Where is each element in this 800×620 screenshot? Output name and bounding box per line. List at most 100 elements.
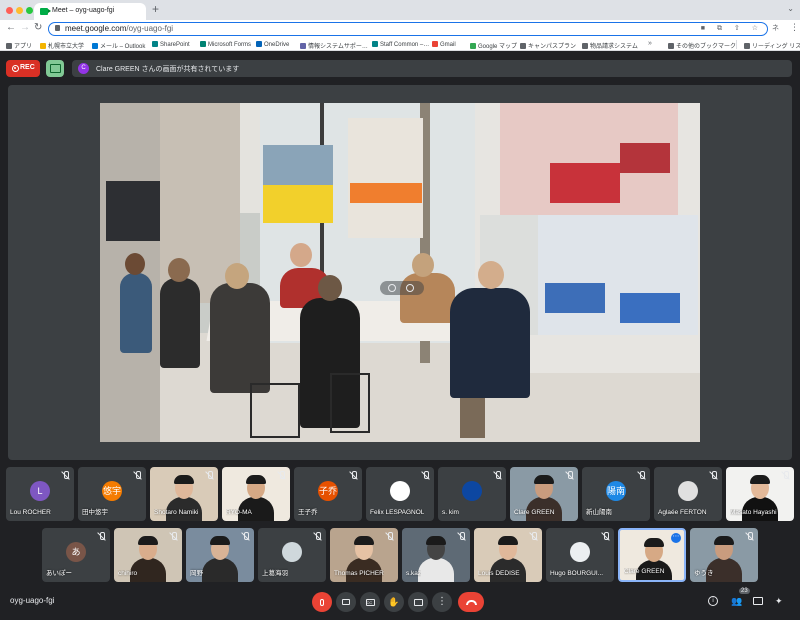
- screen-share-text: Clare GREEN さんの画面が共有されています: [96, 66, 240, 73]
- meeting-code: oyg-uago-fgi: [10, 596, 55, 605]
- participant-tile[interactable]: 悠宇 田中悠宇: [78, 467, 146, 521]
- bookmark-item[interactable]: Gmail: [432, 41, 456, 48]
- participant-tile[interactable]: ⋯ Clare GREEN: [618, 528, 686, 582]
- tab-search-icon[interactable]: ⌄: [787, 4, 794, 13]
- bookmark-item[interactable]: リーディング リスト: [744, 41, 800, 50]
- participant-tile[interactable]: ああいぽー: [42, 528, 110, 582]
- bookmark-item[interactable]: OneDrive: [256, 41, 289, 48]
- url-text[interactable]: meet.google.com/oyg-uago-fgi: [65, 24, 173, 33]
- microphone-toggle-button[interactable]: [312, 592, 332, 612]
- recording-button[interactable]: REC: [6, 60, 40, 77]
- bookmark-favicon-icon: [582, 43, 588, 49]
- reload-button[interactable]: ↻: [34, 22, 42, 33]
- participant-avatar: [462, 481, 482, 501]
- back-button[interactable]: ←: [6, 22, 16, 33]
- participant-video-hair: [246, 475, 266, 484]
- bookmark-item[interactable]: 情報システムサポー…: [300, 41, 368, 50]
- participant-avatar: [390, 481, 410, 501]
- participant-avatar: [282, 542, 302, 562]
- bookmark-item[interactable]: メール – Outlook: [92, 41, 145, 50]
- browser-menu-icon[interactable]: ⋮: [790, 22, 799, 33]
- participant-tile[interactable]: Masato Hayashi: [726, 467, 794, 521]
- participant-tile[interactable]: 陽南 新山陽南: [582, 467, 650, 521]
- mic-off-icon: [493, 471, 502, 480]
- window-close-button[interactable]: [6, 7, 13, 14]
- forward-button[interactable]: →: [20, 22, 30, 33]
- participant-tile[interactable]: Louis DEDISE: [474, 528, 542, 582]
- people-icon[interactable]: 👥: [731, 596, 742, 607]
- present-now-button[interactable]: [408, 592, 428, 612]
- new-tab-button[interactable]: +: [152, 2, 159, 16]
- presentation-indicator-icon[interactable]: [46, 60, 64, 77]
- mic-off-icon: [529, 532, 538, 541]
- browser-tab[interactable]: Meet – oyg-uago-fgi ×: [34, 3, 146, 20]
- participant-name: Clare GREEN: [624, 568, 665, 575]
- chat-icon[interactable]: [753, 597, 763, 605]
- captions-button[interactable]: CC: [360, 592, 380, 612]
- bookmark-item[interactable]: Staff Common –…: [372, 41, 429, 48]
- bookmark-favicon-icon: [744, 43, 750, 49]
- participant-tile[interactable]: Thomas PICHER: [330, 528, 398, 582]
- record-icon: [12, 65, 19, 72]
- participant-tile[interactable]: ゆうき: [690, 528, 758, 582]
- participant-video-body: [202, 558, 238, 582]
- bookmark-item[interactable]: キャンパスプラン: [520, 41, 576, 50]
- more-options-button[interactable]: ⋮: [432, 592, 452, 612]
- participant-tile[interactable]: s.kaz: [402, 528, 470, 582]
- mic-off-icon: [169, 532, 178, 541]
- tab-title: Meet – oyg-uago-fgi: [52, 7, 115, 14]
- participant-tile[interactable]: RYO-MA: [222, 467, 290, 521]
- bookmark-item[interactable]: SharePoint: [152, 41, 190, 48]
- leave-call-button[interactable]: [458, 592, 484, 612]
- more-vert-icon: ⋮: [437, 596, 447, 607]
- participant-name: chihiro: [118, 570, 138, 577]
- participant-tile[interactable]: Clare GREEN: [510, 467, 578, 521]
- mute-icon[interactable]: [406, 284, 414, 292]
- camera-toggle-button[interactable]: [336, 592, 356, 612]
- participant-tile[interactable]: 上葛海羽: [258, 528, 326, 582]
- participant-tile[interactable]: s. kim: [438, 467, 506, 521]
- mic-off-icon: [97, 532, 106, 541]
- participant-name: Louis DEDISE: [478, 570, 520, 577]
- pin-icon[interactable]: [388, 284, 396, 292]
- window-minimize-button[interactable]: [16, 7, 23, 14]
- bookmarks-divider: [736, 40, 737, 49]
- participant-name: s. kim: [442, 509, 459, 516]
- mic-off-icon: [781, 471, 790, 480]
- participant-tile[interactable]: chihiro: [114, 528, 182, 582]
- bookmark-item[interactable]: Google マップ: [470, 41, 517, 50]
- participant-name: s.kaz: [406, 570, 422, 577]
- participant-tile[interactable]: Aglaée FERTON: [654, 467, 722, 521]
- participant-video-hair: [354, 536, 374, 545]
- bookmark-item[interactable]: その他のブックマーク: [668, 41, 736, 50]
- participant-name: Aglaée FERTON: [658, 509, 707, 516]
- mic-off-icon: [349, 471, 358, 480]
- bookmark-item[interactable]: アプリ: [6, 41, 32, 50]
- window-maximize-button[interactable]: [26, 7, 33, 14]
- participant-tile[interactable]: L Lou ROCHER: [6, 467, 74, 521]
- profile-avatar[interactable]: ネ: [772, 23, 779, 33]
- participant-name: Masato Hayashi: [730, 509, 777, 516]
- activities-icon[interactable]: ✦: [775, 596, 783, 607]
- participant-tile[interactable]: 岡野: [186, 528, 254, 582]
- mic-off-icon: [709, 471, 718, 480]
- omnibox-action-icons[interactable]: ■ ⧉ ⇧ ☆: [701, 24, 763, 33]
- mic-off-icon: [457, 532, 466, 541]
- bookmark-favicon-icon: [372, 41, 378, 47]
- address-bar[interactable]: meet.google.com/oyg-uago-fgi ■ ⧉ ⇧ ☆: [48, 22, 768, 36]
- bookmark-item[interactable]: Microsoft Forms: [200, 41, 251, 48]
- participant-tile[interactable]: Hugo BOURGUI...: [546, 528, 614, 582]
- raise-hand-button[interactable]: ✋: [384, 592, 404, 612]
- participant-name: Lou ROCHER: [10, 509, 51, 516]
- tile-options-icon[interactable]: ⋯: [671, 533, 681, 543]
- bookmarks-overflow-icon[interactable]: »: [648, 40, 652, 47]
- mic-off-icon: [745, 532, 754, 541]
- bookmark-favicon-icon: [520, 43, 526, 49]
- bookmark-item[interactable]: 札幌市立大学: [40, 41, 84, 50]
- participant-tile[interactable]: 子乔 王子乔: [294, 467, 362, 521]
- bookmark-item[interactable]: 物品請求システム: [582, 41, 638, 50]
- participant-tile[interactable]: Shotaro Namiki: [150, 467, 218, 521]
- video-overlay-controls[interactable]: [380, 281, 424, 295]
- meeting-details-icon[interactable]: i: [708, 596, 718, 606]
- participant-tile[interactable]: Felix LESPAGNOL: [366, 467, 434, 521]
